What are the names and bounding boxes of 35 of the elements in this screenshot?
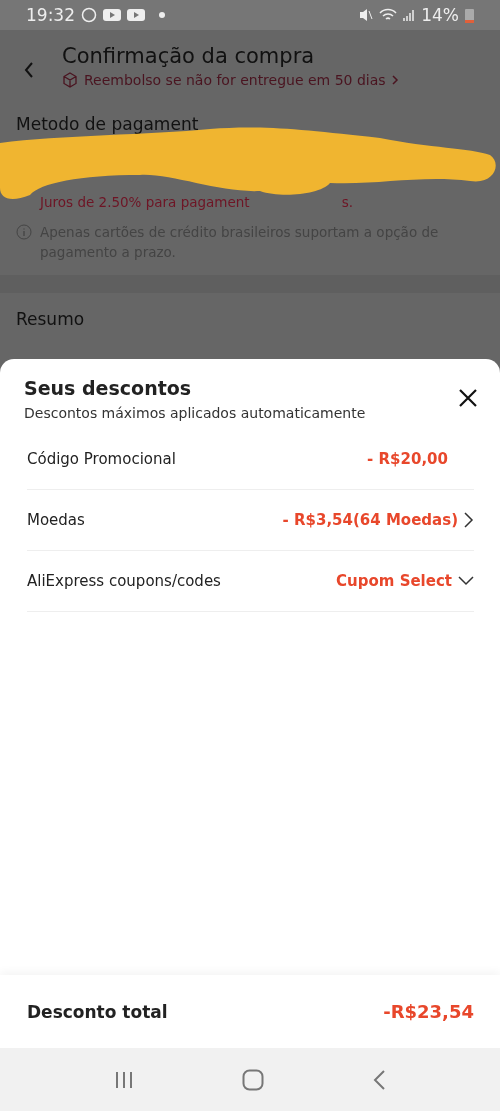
- sheet-subtitle: Descontos máximos aplicados automaticamente: [24, 405, 366, 421]
- close-button[interactable]: [458, 387, 478, 409]
- total-label: Desconto total: [27, 1001, 168, 1022]
- home-button[interactable]: [242, 1068, 264, 1091]
- discount-value: - R$3,54(64 Moedas): [282, 511, 458, 529]
- mute-icon: [359, 8, 374, 22]
- battery-icon: [465, 7, 474, 23]
- total-value: -R$23,54: [383, 1001, 474, 1022]
- back-button[interactable]: [372, 1068, 386, 1091]
- discount-label: Código Promocional: [27, 450, 176, 468]
- status-time: 19:32: [26, 5, 75, 25]
- signal-icon: [403, 8, 416, 22]
- box-icon: [62, 72, 78, 88]
- recent-apps-button[interactable]: [114, 1069, 134, 1090]
- back-button[interactable]: [24, 62, 34, 78]
- fee-note: s.: [341, 194, 353, 210]
- chevron-right-icon: [464, 512, 474, 528]
- chevron-right-icon: [391, 75, 399, 85]
- chevron-down-icon: [458, 576, 474, 586]
- section-title: Metodo de pagament: [16, 114, 200, 134]
- refund-link[interactable]: Reembolso se não for entregue em 50 dias: [84, 72, 386, 88]
- discount-value: - R$20,00: [367, 450, 448, 468]
- video-icon: [127, 9, 145, 21]
- video-icon: [103, 9, 121, 21]
- sheet-title: Seus descontos: [24, 377, 193, 399]
- dot-icon: [159, 12, 165, 18]
- discount-label: Moedas: [27, 511, 85, 529]
- discount-label: AliExpress coupons/codes: [27, 572, 221, 590]
- battery-percent: 14%: [421, 5, 459, 25]
- section-title: Resumo: [15, 308, 86, 331]
- wifi-icon: [379, 8, 398, 22]
- fee-note: Juros de 2.50% para pagament: [40, 194, 250, 210]
- page-title: Confirmação da compra: [62, 44, 316, 68]
- info-icon: [16, 224, 32, 240]
- discount-value: Cupom Select: [336, 572, 452, 590]
